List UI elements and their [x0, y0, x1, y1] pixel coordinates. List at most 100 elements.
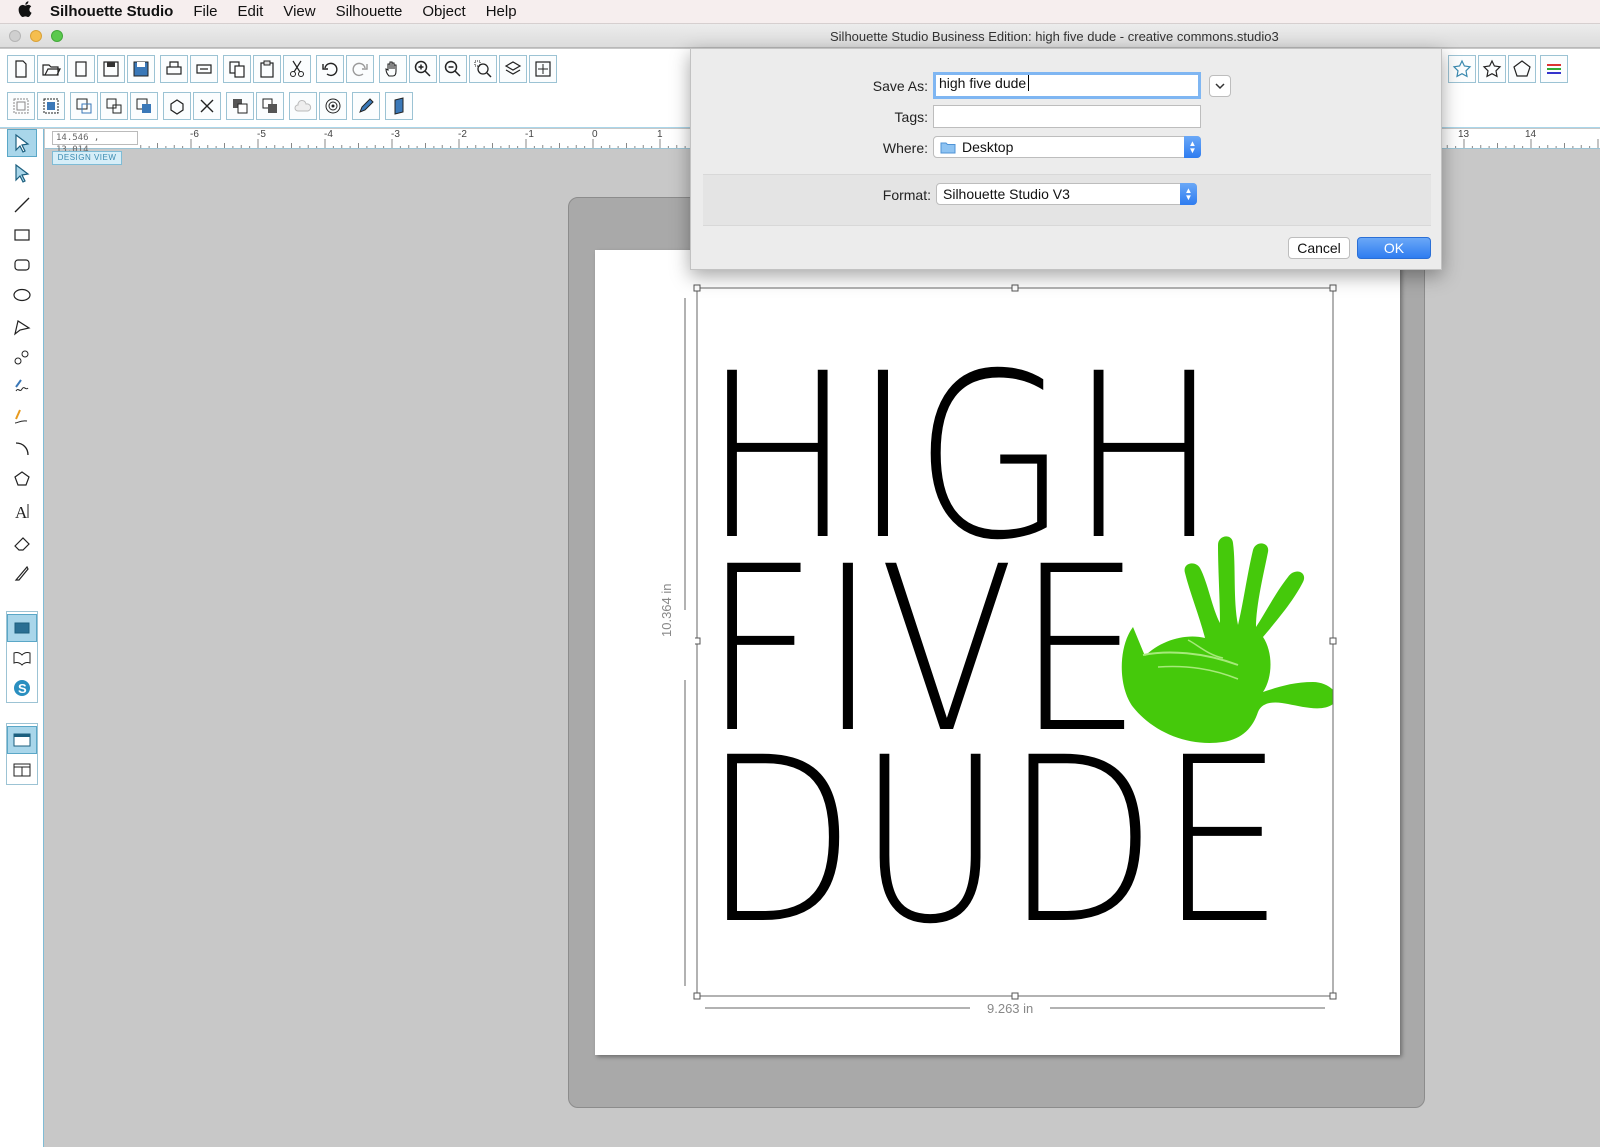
smooth-freehand-icon [14, 409, 28, 424]
release-compound-button[interactable] [100, 92, 128, 120]
window-title: Silhouette Studio Business Edition: high… [830, 29, 1279, 44]
knife-tool[interactable] [7, 559, 37, 587]
offset-panel-button[interactable] [1448, 55, 1476, 83]
offset-button[interactable] [319, 92, 347, 120]
send-cut-icon [196, 64, 212, 74]
drag-zoom-button[interactable] [499, 55, 527, 83]
save-to-library-button[interactable] [127, 55, 155, 83]
cut-button[interactable] [283, 55, 311, 83]
menu-view[interactable]: View [283, 3, 315, 20]
save-icon [103, 61, 119, 77]
svg-text:A: A [15, 503, 28, 521]
line-tool[interactable] [7, 191, 37, 219]
format-value: Silhouette Studio V3 [943, 186, 1070, 202]
print-button[interactable] [160, 55, 188, 83]
store-button[interactable]: S [7, 674, 37, 702]
polygon-tool[interactable] [7, 313, 37, 341]
design-page-view-button[interactable] [7, 614, 37, 642]
rounded-rectangle-tool[interactable] [7, 251, 37, 279]
ok-button[interactable]: OK [1357, 237, 1431, 259]
eraser-tool[interactable] [7, 529, 37, 557]
text-a-icon: A [15, 503, 29, 521]
offset-rings-icon [325, 98, 341, 114]
zoom-in-button[interactable] [409, 55, 437, 83]
bring-forward-button[interactable] [256, 92, 284, 120]
line-style-panel-button[interactable] [1540, 55, 1568, 83]
menu-object[interactable]: Object [422, 3, 465, 20]
knife-icon [14, 565, 29, 581]
format-section: Format: Silhouette Studio V3 ▲ ▼ [703, 174, 1431, 226]
expand-dialog-button[interactable] [1209, 75, 1231, 97]
design-view-tab[interactable]: DESIGN VIEW [52, 151, 122, 165]
zoom-window-button[interactable] [51, 30, 63, 42]
fill-button[interactable] [289, 92, 317, 120]
regular-polygon-tool[interactable] [7, 465, 37, 493]
weld-button[interactable] [163, 92, 191, 120]
single-panel-button[interactable] [7, 726, 37, 754]
ungroup-button[interactable] [37, 92, 65, 120]
save-as-input[interactable]: high five dude [933, 72, 1201, 99]
cancel-button[interactable]: Cancel [1288, 237, 1350, 259]
pentagon-tool-icon [14, 471, 30, 486]
paste-button[interactable] [253, 55, 281, 83]
left-toolbar: A S [0, 129, 44, 1147]
smooth-freehand-tool[interactable] [7, 403, 37, 431]
open-button[interactable] [37, 55, 65, 83]
undo-icon [322, 62, 338, 77]
layers-button[interactable] [385, 92, 413, 120]
width-dimension-label: 9.263 in [987, 1001, 1034, 1016]
trace-panel-button[interactable] [1478, 55, 1506, 83]
minimize-window-button[interactable] [30, 30, 42, 42]
open-library-button[interactable] [67, 55, 95, 83]
group-button[interactable] [7, 92, 35, 120]
menubar: Silhouette Studio File Edit View Silhoue… [0, 0, 1600, 24]
freehand-tool[interactable] [7, 373, 37, 401]
copy-button[interactable] [223, 55, 251, 83]
svg-text:S: S [18, 681, 27, 696]
save-button[interactable] [97, 55, 125, 83]
save-as-value: high five dude [939, 75, 1027, 91]
menu-app-name[interactable]: Silhouette Studio [50, 3, 173, 20]
menu-help[interactable]: Help [486, 3, 517, 20]
new-document-button[interactable] [7, 55, 35, 83]
send-backward-icon [233, 99, 248, 114]
arc-tool[interactable] [7, 435, 37, 463]
zoom-selected-button[interactable] [469, 55, 497, 83]
sketch-button[interactable] [352, 92, 380, 120]
format-label: Format: [882, 187, 931, 203]
format-select[interactable]: Silhouette Studio V3 ▲ ▼ [936, 183, 1197, 205]
bring-forward-icon [262, 98, 277, 113]
menu-edit[interactable]: Edit [238, 3, 264, 20]
copy-icon [229, 61, 245, 78]
ellipse-tool[interactable] [7, 281, 37, 309]
send-button[interactable] [190, 55, 218, 83]
tags-input[interactable] [933, 105, 1201, 128]
where-select[interactable]: Desktop ▲ ▼ [933, 136, 1201, 158]
redo-button[interactable] [346, 55, 374, 83]
make-compound-button[interactable] [70, 92, 98, 120]
height-dimension-label: 10.364 in [659, 583, 674, 638]
fit-to-page-button[interactable] [529, 55, 557, 83]
send-backward-button[interactable] [226, 92, 254, 120]
menu-silhouette[interactable]: Silhouette [336, 3, 403, 20]
delete-button[interactable] [193, 92, 221, 120]
pan-button[interactable] [379, 55, 407, 83]
library-view-button[interactable] [7, 644, 37, 672]
view-panel-group: S [6, 611, 38, 703]
zoom-out-button[interactable] [439, 55, 467, 83]
text-tool[interactable]: A [7, 497, 37, 525]
replicate-panel-button[interactable] [1508, 55, 1536, 83]
apple-icon[interactable] [0, 1, 50, 22]
undo-button[interactable] [316, 55, 344, 83]
rectangle-tool[interactable] [7, 221, 37, 249]
bring-to-front-button[interactable] [130, 92, 158, 120]
curve-tool[interactable] [7, 343, 37, 371]
close-window-button[interactable] [9, 30, 21, 42]
split-panel-button[interactable] [7, 756, 37, 784]
text-caret [1028, 75, 1034, 91]
select-tool[interactable] [7, 129, 37, 157]
tags-label: Tags: [894, 109, 928, 125]
save-library-icon [133, 61, 149, 77]
edit-points-tool[interactable] [7, 159, 37, 187]
menu-file[interactable]: File [193, 3, 217, 20]
